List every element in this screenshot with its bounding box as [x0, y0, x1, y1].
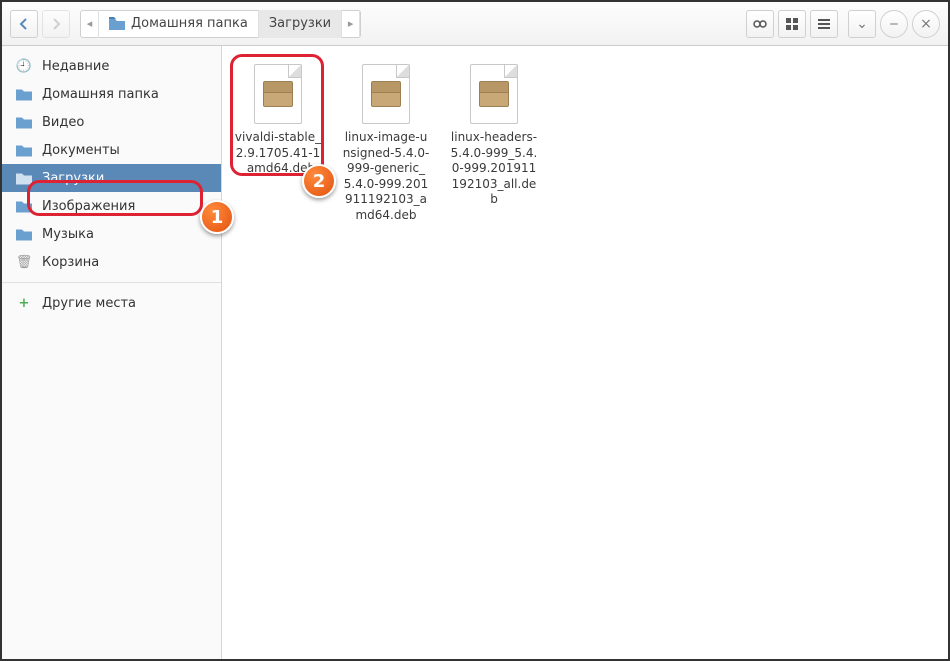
view-list-button[interactable] — [810, 10, 838, 38]
breadcrumb-label: Домашняя папка — [131, 16, 248, 31]
folder-icon — [109, 17, 125, 30]
toolbar: ◂ Домашняя папка Загрузки ▸ ⌄ ‒ × — [2, 2, 948, 46]
folder-icon — [16, 86, 32, 102]
sidebar-item-downloads[interactable]: Загрузки — [2, 164, 221, 192]
sidebar-item-trash[interactable]: 🗑 Корзина — [2, 248, 221, 276]
sidebar-item-label: Изображения — [42, 199, 135, 214]
sidebar-item-images[interactable]: Изображения — [2, 192, 221, 220]
separator — [2, 282, 221, 283]
folder-icon — [16, 226, 32, 242]
clock-icon: 🕘 — [16, 58, 32, 74]
file-view[interactable]: vivaldi-stable_2.9.1705.41-1_amd64.deb l… — [222, 46, 948, 659]
plus-icon: + — [16, 295, 32, 311]
breadcrumb-downloads[interactable]: Загрузки — [259, 10, 342, 38]
sidebar-item-label: Документы — [42, 143, 120, 158]
breadcrumb: ◂ Домашняя папка Загрузки ▸ — [80, 10, 361, 38]
main: 🕘 Недавние Домашняя папка Видео Документ… — [2, 46, 948, 659]
sidebar-item-label: Домашняя папка — [42, 87, 159, 102]
window-close-button[interactable]: × — [912, 10, 940, 38]
back-button[interactable] — [10, 10, 38, 38]
window-minimize-button[interactable]: ‒ — [880, 10, 908, 38]
breadcrumb-label: Загрузки — [269, 16, 331, 31]
package-icon — [254, 64, 302, 124]
file-label: linux-image-unsigned-5.4.0-999-generic_5… — [342, 130, 430, 224]
chevron-right-icon[interactable]: ▸ — [342, 10, 360, 38]
sidebar-item-label: Музыка — [42, 227, 94, 242]
folder-icon — [16, 198, 32, 214]
file-item[interactable]: linux-image-unsigned-5.4.0-999-generic_5… — [342, 64, 430, 224]
file-item[interactable]: linux-headers-5.4.0-999_5.4.0-999.201911… — [450, 64, 538, 208]
sidebar-item-recent[interactable]: 🕘 Недавние — [2, 52, 221, 80]
sidebar-item-home[interactable]: Домашняя папка — [2, 80, 221, 108]
sidebar-item-label: Недавние — [42, 59, 109, 74]
breadcrumb-home[interactable]: Домашняя папка — [99, 10, 259, 38]
file-label: linux-headers-5.4.0-999_5.4.0-999.201911… — [450, 130, 538, 208]
view-icons-button[interactable] — [778, 10, 806, 38]
sidebar: 🕘 Недавние Домашняя папка Видео Документ… — [2, 46, 222, 659]
chevron-left-icon[interactable]: ◂ — [81, 10, 99, 38]
search-button[interactable] — [746, 10, 774, 38]
sidebar-item-video[interactable]: Видео — [2, 108, 221, 136]
package-icon — [470, 64, 518, 124]
folder-icon — [16, 114, 32, 130]
sidebar-item-label: Видео — [42, 115, 84, 130]
file-item[interactable]: vivaldi-stable_2.9.1705.41-1_amd64.deb — [234, 64, 322, 177]
sidebar-item-other-places[interactable]: + Другие места — [2, 289, 221, 317]
folder-icon — [16, 170, 32, 186]
file-label: vivaldi-stable_2.9.1705.41-1_amd64.deb — [234, 130, 322, 177]
trash-icon: 🗑 — [16, 254, 32, 270]
sidebar-item-label: Загрузки — [42, 171, 104, 186]
package-icon — [362, 64, 410, 124]
menu-button[interactable]: ⌄ — [848, 10, 876, 38]
folder-icon — [16, 142, 32, 158]
sidebar-item-label: Корзина — [42, 255, 99, 270]
sidebar-item-label: Другие места — [42, 296, 136, 311]
sidebar-item-documents[interactable]: Документы — [2, 136, 221, 164]
sidebar-item-music[interactable]: Музыка — [2, 220, 221, 248]
forward-button[interactable] — [42, 10, 70, 38]
